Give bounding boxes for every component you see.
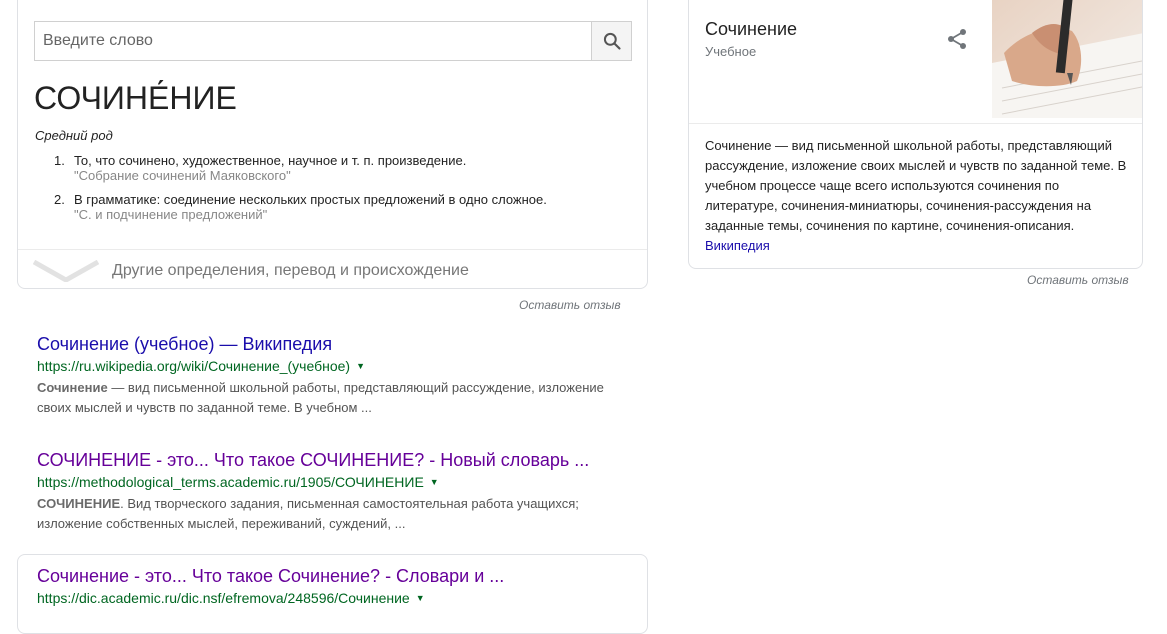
url-dropdown-arrow-icon[interactable]: ▼ [416, 589, 425, 607]
result-url: https://dic.academic.ru/dic.nsf/efremova… [37, 589, 637, 607]
dictionary-search-input[interactable] [35, 22, 591, 60]
knowledge-panel-divider [689, 123, 1142, 124]
more-definitions-label[interactable]: Другие определения, перевод и происхожде… [112, 262, 469, 280]
more-definitions-bar[interactable]: Другие определения, перевод и происхожде… [18, 249, 647, 290]
url-dropdown-arrow-icon[interactable]: ▼ [430, 473, 439, 491]
result-url-text: https://dic.academic.ru/dic.nsf/efremova… [37, 590, 410, 606]
result-snippet: Сочинение — вид письменной школьной рабо… [37, 378, 637, 418]
snippet-highlight: СОЧИНЕНИЕ [37, 496, 121, 511]
snippet-highlight: Сочинение [37, 380, 108, 395]
definition-item: 2. В грамматике: соединение нескольких п… [54, 192, 634, 222]
definition-example: "С. и подчинение предложений" [74, 207, 268, 222]
search-result: Сочинение - это... Что такое Сочинение? … [37, 565, 637, 607]
knowledge-panel-title: Сочинение [705, 19, 798, 39]
result-url-text: https://ru.wikipedia.org/wiki/Сочинение_… [37, 358, 351, 374]
dictionary-feedback-link[interactable]: Оставить отзыв [519, 298, 621, 312]
knowledge-panel-description: Сочинение — вид письменной школьной рабо… [705, 136, 1135, 256]
part-of-speech: Средний род [35, 128, 113, 143]
snippet-text: — вид письменной школьной работы, предст… [37, 380, 604, 415]
dictionary-search-button[interactable] [591, 22, 631, 60]
definition-example: "Собрание сочинений Маяковского" [74, 168, 291, 183]
knowledge-panel: Сочинение Учебное Сочинение — вид письме… [688, 0, 1143, 269]
result-url: https://ru.wikipedia.org/wiki/Сочинение_… [37, 357, 637, 375]
photo-hand-writing-icon [992, 0, 1142, 118]
wikipedia-source-link[interactable]: Википедия [705, 236, 1135, 256]
search-result: Сочинение (учебное) — Википедия https://… [37, 333, 637, 418]
definition-text: В грамматике: соединение нескольких прос… [74, 192, 547, 207]
search-result: СОЧИНЕНИЕ - это... Что такое СОЧИНЕНИЕ? … [37, 449, 637, 534]
result-snippet: СОЧИНЕНИЕ. Вид творческого задания, пись… [37, 494, 637, 534]
definition-text: То, что сочинено, художественное, научно… [74, 153, 467, 168]
result-url-text: https://methodological_terms.academic.ru… [37, 474, 424, 490]
definition-item: 1. То, что сочинено, художественное, нау… [54, 153, 634, 183]
dictionary-card: СОЧИНЕ́НИЕ Средний род 1. То, что сочине… [17, 0, 648, 289]
definitions-list: 1. То, что сочинено, художественное, нау… [54, 153, 634, 231]
dictionary-headword: СОЧИНЕ́НИЕ [34, 80, 237, 116]
result-title-link[interactable]: СОЧИНЕНИЕ - это... Что такое СОЧИНЕНИЕ? … [37, 449, 637, 471]
result-title-link[interactable]: Сочинение - это... Что такое Сочинение? … [37, 565, 637, 587]
dictionary-search-box [34, 21, 632, 61]
share-icon[interactable] [945, 27, 969, 51]
result-url: https://methodological_terms.academic.ru… [37, 473, 637, 491]
knowledge-panel-feedback-link[interactable]: Оставить отзыв [1027, 273, 1129, 287]
definition-number: 2. [54, 192, 65, 207]
knowledge-panel-description-text: Сочинение — вид письменной школьной рабо… [705, 138, 1127, 233]
search-icon [603, 32, 621, 50]
chevron-down-icon [33, 260, 99, 282]
result-title-link[interactable]: Сочинение (учебное) — Википедия [37, 333, 637, 355]
knowledge-panel-subtitle: Учебное [705, 44, 757, 59]
url-dropdown-arrow-icon[interactable]: ▼ [356, 357, 365, 375]
knowledge-panel-image[interactable] [992, 0, 1142, 118]
definition-number: 1. [54, 153, 65, 168]
